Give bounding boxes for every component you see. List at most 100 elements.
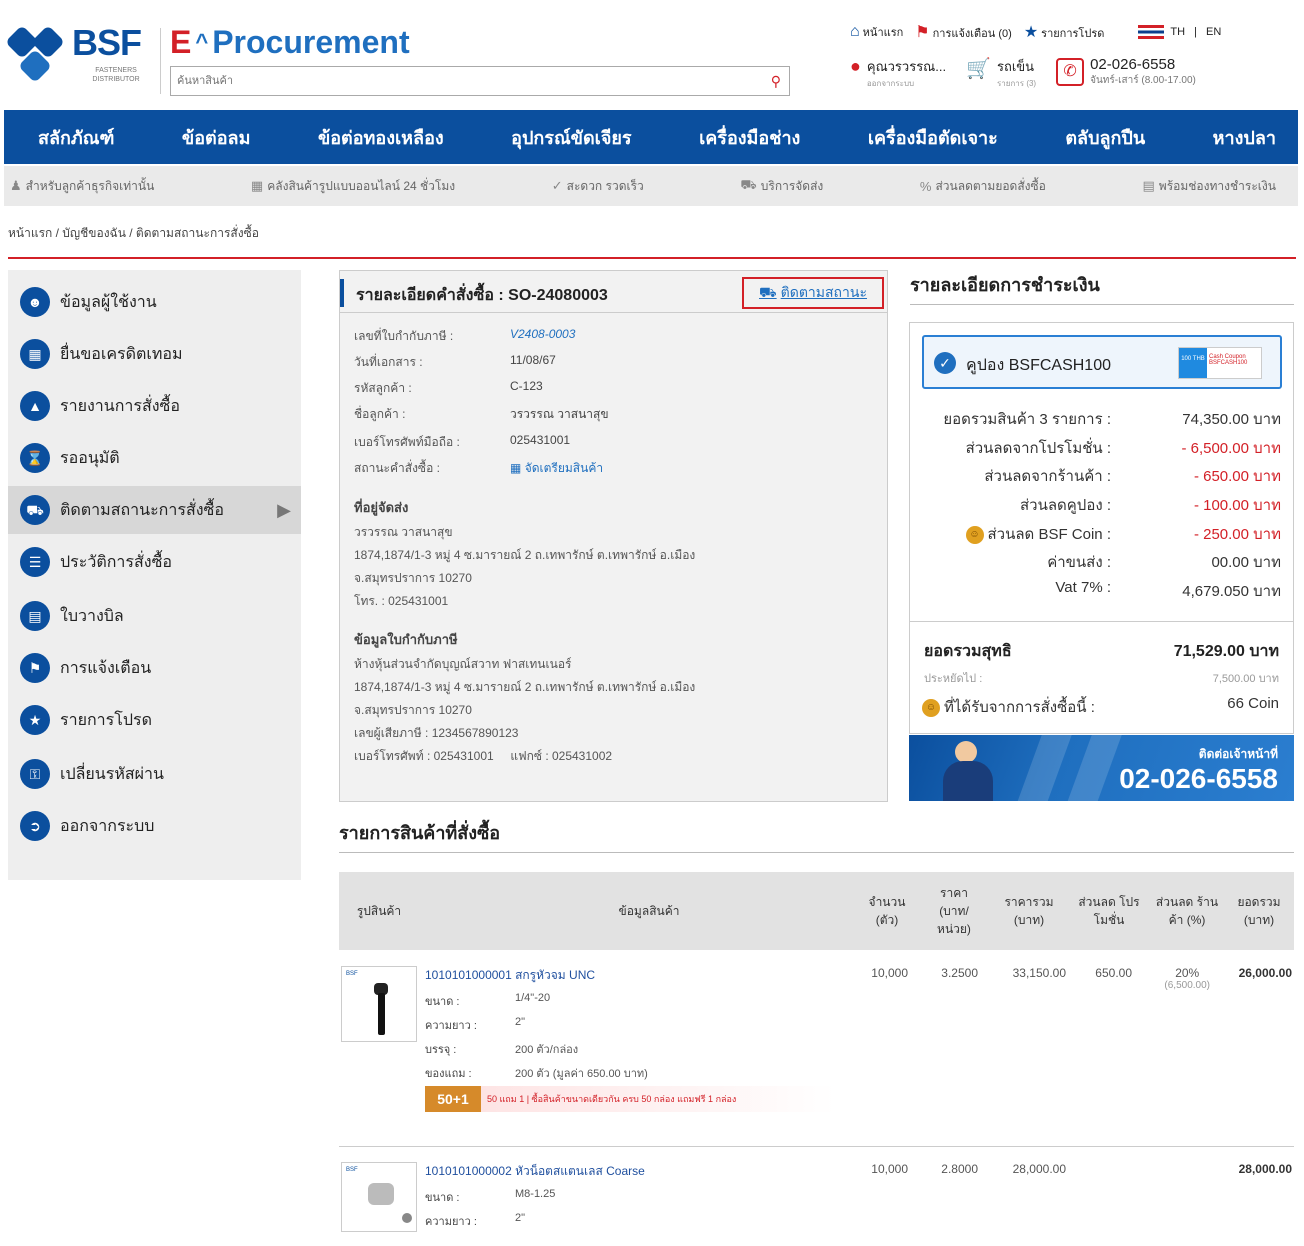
sidebar-item-pending[interactable]: ⌛ รออนุมัติ (8, 434, 301, 482)
calendar-icon: ▦ (20, 339, 50, 369)
col-header: ข้อมูลสินค้า (618, 904, 680, 918)
sidebar-item-bill[interactable]: ▤ ใบวางบิล (8, 592, 301, 640)
col-header: ยอดรวม (บาท) (1237, 895, 1281, 927)
price-cell: 2.8000 (941, 1162, 978, 1176)
coin-icon: ☺ (922, 699, 940, 718)
cart-link[interactable]: 🛒 รถเข็น รายการ (3) (966, 56, 1036, 90)
contact-label: ติดต่อเจ้าหน้าที่ (1198, 747, 1278, 761)
product-name[interactable]: 1010101000001 สกรูหัวจม UNC (425, 966, 595, 985)
sidebar-item-profile[interactable]: ☻ ข้อมูลผู้ใช้งาน (8, 278, 301, 326)
bsf-logo[interactable]: BSF FASTENERS DISTRIBUTOR (5, 22, 156, 92)
payment-title: รายละเอียดการชำระเงิน (910, 275, 1100, 295)
notification-link[interactable]: ⚑ การแจ้งเตือน (0) (915, 22, 1012, 42)
benefit-item: ⛟ บริการจัดส่ง (740, 177, 823, 196)
star-icon: ★ (20, 705, 50, 735)
sidebar-item-history[interactable]: ☰ ประวัติการสั่งซื้อ (8, 538, 301, 586)
qty-cell: 10,000 (871, 966, 908, 980)
shipping-title: ที่อยู่จัดส่ง (354, 500, 409, 515)
language-switch: TH | EN (1138, 25, 1221, 39)
lock-icon: ⚿ (20, 759, 50, 789)
phone-icon: ✆ (1056, 58, 1085, 86)
col-header: จำนวน (ตัว) (868, 895, 906, 927)
truck-icon: ⛟ (20, 495, 50, 525)
logout-icon: ➲ (20, 811, 50, 841)
lang-th[interactable]: TH (1170, 26, 1185, 38)
header-divider (160, 28, 161, 94)
field-tax-invoice: เลขที่ใบกำกับภาษี : V2408-0003 (354, 327, 576, 343)
grand-total-cell: 28,000.00 (1238, 1162, 1292, 1176)
product-spec: ขนาด :1/4"-20 (425, 992, 551, 1008)
header: BSF FASTENERS DISTRIBUTOR E ^ Procurement … (0, 0, 1304, 108)
benefit-item: % ส่วนลดตามยอดสั่งซื้อ (919, 178, 1046, 194)
red-divider (8, 257, 1296, 259)
brand-sub: FASTENERS DISTRIBUTOR (92, 67, 140, 83)
benefits-bar: ♟ สำหรับลูกค้าธุรกิจเท่านั้น ▦ คลังสินค้าร… (4, 166, 1298, 206)
sidebar-item-password[interactable]: ⚿ เปลี่ยนรหัสผ่าน (8, 750, 301, 798)
breadcrumb[interactable]: หน้าแรก / บัญชีของฉัน / ติดตามสถานะการสั… (8, 224, 259, 243)
nav-item[interactable]: ตลับลูกปืน (1065, 123, 1145, 152)
bell-icon: ⚑ (20, 653, 50, 683)
lang-en[interactable]: EN (1206, 26, 1221, 38)
product-spec: ขนาด : M8-1.25 (425, 1188, 556, 1204)
col-header: ส่วนลด โปรโมชั่น (1078, 895, 1140, 927)
phone-contact[interactable]: ✆ 02-026-6558 จันทร์-เสาร์ (8.00-17.00) (1056, 56, 1196, 88)
col-header: ราคา (บาท/ หน่วย) (937, 886, 971, 936)
product-image[interactable]: BSF (341, 1162, 417, 1232)
sidebar-item-credit[interactable]: ▦ ยื่นขอเครดิตเทอม (8, 330, 301, 378)
coin-earned-label: ☺ ที่ได้รับจากการสั่งซื้อนี้ : (922, 695, 1095, 719)
nav-item[interactable]: หางปลา (1213, 123, 1276, 152)
user-account[interactable]: ● คุณวรวรรณ... ออกจากระบบ (850, 56, 946, 90)
account-sidebar: ☻ ข้อมูลผู้ใช้งาน ▦ ยื่นขอเครดิตเทอม ▲ รายง… (8, 270, 301, 880)
nav-item[interactable]: ข้อต่อทองเหลือง (318, 123, 444, 152)
field-doc-date: วันที่เอกสาร :11/08/67 (354, 353, 556, 369)
sidebar-item-notifications[interactable]: ⚑ การแจ้งเตือน (8, 644, 301, 692)
favorites-link[interactable]: ★ รายการโปรด (1024, 22, 1105, 42)
benefit-item: ▤ พร้อมช่องทางชำระเงิน (1142, 178, 1276, 193)
total-cell: 33,150.00 (1012, 966, 1066, 980)
list-icon: ☰ (20, 547, 50, 577)
sidebar-item-report[interactable]: ▲ รายงานการสั่งซื้อ (8, 382, 301, 430)
track-status-button[interactable]: ⛟ ติดตามสถานะ (742, 277, 884, 309)
home-link[interactable]: ⌂ หน้าแรก (850, 23, 903, 41)
products-table-header: รูปสินค้า ข้อมูลสินค้า จำนวน (ตัว) ราคา … (339, 872, 1294, 950)
nav-item[interactable]: เครื่องมือตัดเจาะ (868, 123, 998, 152)
table-row: BSF 1010101000002 หัวน็อตสแตนเลส Coarse … (339, 1162, 1294, 1246)
agent-illustration (939, 741, 995, 801)
truck-icon: ⛟ (740, 177, 757, 192)
search-icon[interactable]: ⚲ (771, 73, 781, 90)
user-icon: ☻ (20, 287, 50, 317)
thai-flag-icon (1138, 25, 1165, 39)
product-spec: ความยาว :2" (425, 1016, 526, 1032)
product-name[interactable]: 1010101000002 หัวน็อตสแตนเลส Coarse (425, 1162, 645, 1181)
user-icon: ● (850, 56, 861, 76)
tax-info: ห้างหุ้นส่วนจำกัดบุญณ์สวาท ฟาสเทนเนอร์ 18… (354, 657, 696, 763)
coin-icon: ☺ (965, 526, 984, 545)
warehouse-icon: ▦ (250, 178, 264, 193)
logo-hex-icon (5, 24, 76, 88)
check-icon: ✓ (934, 352, 956, 374)
contact-banner[interactable]: ติดต่อเจ้าหน้าที่ 02-026-6558 (909, 735, 1294, 801)
product-spec: ของแถม :200 ตัว (มูลค่า 650.00 บาท) (425, 1068, 648, 1080)
benefit-item: ▦ คลังสินค้ารูปแบบออนไลน์ 24 ชั่วโมง (250, 178, 456, 193)
product-image[interactable]: BSF (341, 966, 417, 1042)
discount-icon: % (919, 178, 932, 194)
promo-discount-cell: 650.00 (1095, 966, 1132, 980)
sidebar-item-favorites[interactable]: ★ รายการโปรด (8, 696, 301, 744)
nav-item[interactable]: เครื่องมือช่าง (699, 123, 800, 152)
sidebar-item-tracking[interactable]: ⛟ ติดตามสถานะการสั่งซื้อ ▶ (8, 486, 301, 534)
sidebar-item-logout[interactable]: ➲ ออกจากระบบ (8, 802, 301, 850)
coupon-card[interactable]: ✓ คูปอง BSFCASH100 100 THB Cash Coupon BS… (922, 335, 1282, 389)
price-cell: 3.2500 (941, 966, 978, 980)
tax-info-title: ข้อมูลใบกำกับภาษี (354, 632, 458, 647)
eprocurement-title: E ^ Procurement (170, 24, 410, 60)
check-icon: ✓ (551, 178, 563, 193)
nav-item[interactable]: อุปกรณ์ขัดเจียร (511, 123, 631, 152)
nav-item[interactable]: ข้อต่อลม (182, 123, 251, 152)
grand-total-cell: 26,000.00 (1238, 966, 1292, 980)
nav-item[interactable]: สลักภัณฑ์ (38, 123, 114, 152)
tax-invoice-link[interactable]: V2408-0003 (510, 327, 575, 341)
col-header: ส่วนลด ร้านค้า (%) (1155, 895, 1219, 927)
product-spec: บรรจุ :200 ตัว/กล่อง (425, 1044, 579, 1056)
search-input[interactable] (171, 67, 751, 95)
coupon-image: 100 THB Cash Coupon BSFCASH100 (1178, 347, 1262, 379)
